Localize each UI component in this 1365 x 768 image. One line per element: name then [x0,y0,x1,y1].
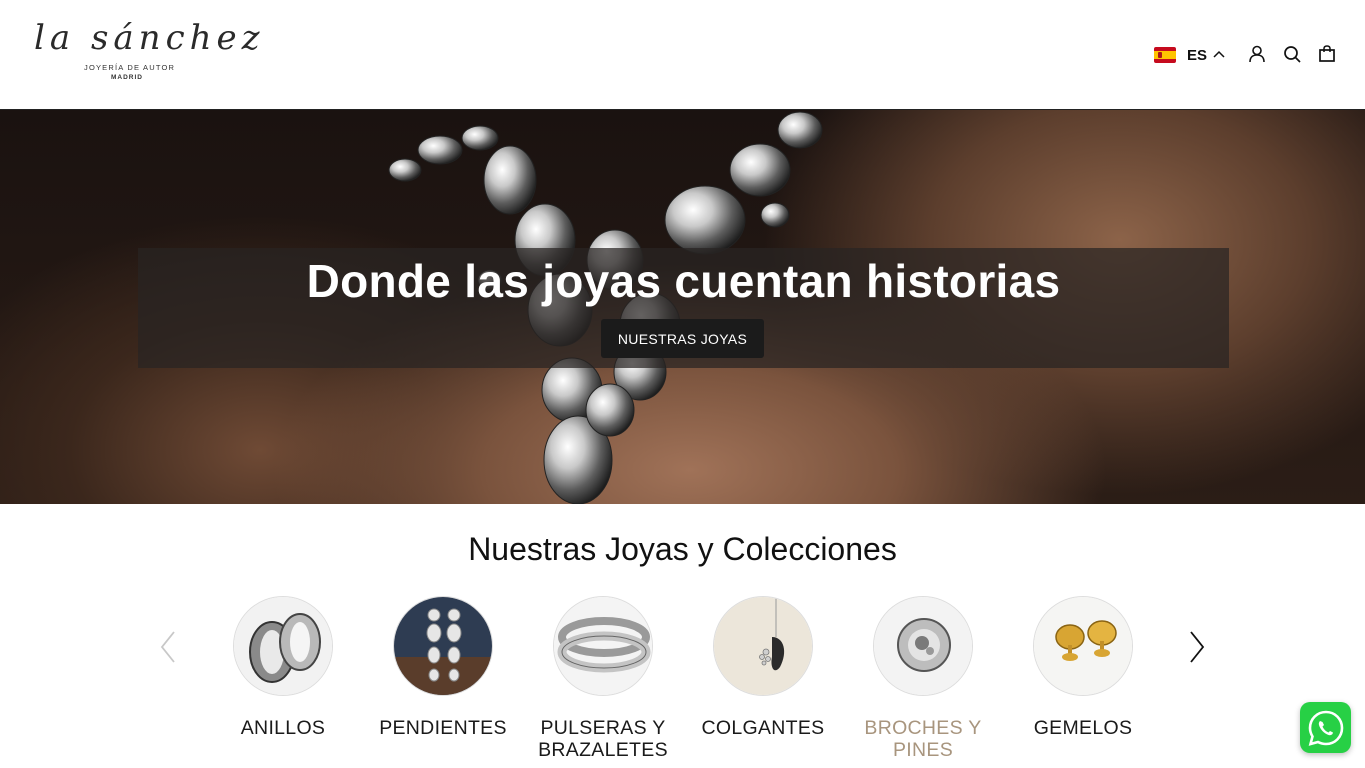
hero-title: Donde las joyas cuentan historias [306,255,1061,307]
cart-icon[interactable] [1317,44,1337,64]
site-logo[interactable]: la sánchez JOYERÍA DE AUTOR MADRID [34,18,260,86]
cufflinks-image [1033,596,1133,696]
bracelets-image [553,596,653,696]
category-label: GEMELOS [1033,717,1133,739]
collections-title: Nuestras Joyas y Colecciones [468,531,897,567]
rings-image [233,596,333,696]
logo-subtitle: JOYERÍA DE AUTOR [84,63,176,72]
logo-script: la sánchez [34,18,265,58]
spain-flag-icon [1154,47,1176,63]
category-anillos[interactable]: ANILLOS [203,596,363,739]
user-icon[interactable] [1247,44,1267,64]
category-label: ANILLOS [240,717,326,739]
earrings-image [393,596,493,696]
category-pendientes[interactable]: PENDIENTES [363,596,523,739]
language-selector[interactable]: ES [1154,44,1226,66]
hero-banner: Donde las joyas cuentan historias NUESTR… [0,110,1365,504]
category-label: PENDIENTES [379,717,507,739]
site-header: la sánchez JOYERÍA DE AUTOR MADRID ES [0,0,1365,110]
category-colgantes[interactable]: COLGANTES [683,596,843,739]
category-label: COLGANTES [701,717,825,739]
category-pulseras[interactable]: PULSERAS Y BRAZALETES [523,596,683,761]
category-broches[interactable]: BROCHES Y PINES [843,596,1003,761]
category-gemelos[interactable]: GEMELOS [1003,596,1163,739]
logo-city: MADRID [111,74,143,81]
category-label: PULSERAS Y BRAZALETES [538,717,668,761]
pendants-image [713,596,813,696]
brooches-image [873,596,973,696]
carousel-prev-arrow-icon[interactable] [156,628,180,666]
carousel-next-arrow-icon[interactable] [1185,628,1209,666]
search-icon[interactable] [1282,44,1302,64]
chevron-up-icon [1213,50,1225,58]
whatsapp-button[interactable] [1300,702,1351,753]
our-jewels-button[interactable]: NUESTRAS JOYAS [601,319,764,358]
language-code: ES [1187,46,1208,64]
category-label: BROCHES Y PINES [864,717,982,761]
whatsapp-icon [1308,710,1343,746]
